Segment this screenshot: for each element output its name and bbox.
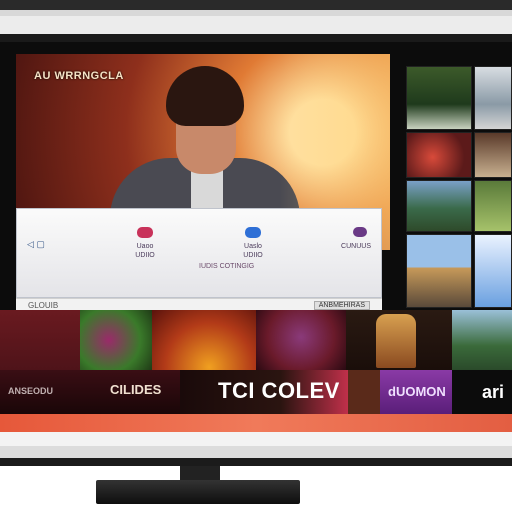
strip-right-panel: ari (452, 370, 512, 414)
thumb-field[interactable] (406, 180, 472, 232)
tv-top-bezel (0, 0, 512, 42)
purple-tile-text: dUOMON (388, 384, 446, 399)
thumb-forest[interactable] (406, 66, 472, 130)
tv-screen: AU WRRNGCLA ◁ ▢ Uaoo UDIIO Uaslo UDIIO C… (0, 42, 512, 432)
strip-tile-grapes[interactable] (256, 310, 346, 370)
strip-tile-dark[interactable] (346, 310, 452, 370)
left-caption: ANSEODU (8, 386, 54, 396)
thumb-red-figures[interactable] (406, 132, 472, 178)
tag-icon (245, 227, 261, 238)
info-panel: ◁ ▢ Uaoo UDIIO Uaslo UDIIO CUNUUS IUDIS … (16, 208, 382, 298)
brand-banner[interactable]: TCI COLEV (180, 370, 348, 414)
thumb-temple[interactable] (406, 234, 472, 308)
info-column-2[interactable]: Uaslo UDIIO (223, 227, 283, 260)
channel-title: AU WRRNGCLA (34, 70, 124, 82)
mid-caption: CILIDES (110, 382, 162, 397)
end-label: CUNUUS (341, 243, 371, 250)
thumb-landscape[interactable] (474, 132, 512, 178)
purple-tile[interactable]: dUOMON (380, 370, 452, 414)
info-center-note: IUDIS COTINGIG (199, 263, 255, 270)
info-column-1-label: Uaoo UDIIO (135, 243, 155, 259)
tower-icon (376, 314, 416, 368)
video-person-hair (166, 66, 244, 126)
brand-text: TCI COLEV (218, 378, 340, 403)
status-right-button[interactable]: ANBMEHIRAS (313, 301, 370, 310)
thumb-blue-sky[interactable] (474, 234, 512, 308)
promo-bar (0, 414, 512, 432)
info-column-2-label: Uaslo UDIIO (243, 243, 263, 259)
strip-tile-fruit[interactable] (80, 310, 152, 370)
info-column-1[interactable]: Uaoo UDIIO (115, 227, 175, 260)
right-text: ari (482, 382, 505, 402)
end-tag-icon[interactable] (353, 227, 367, 237)
thumb-grass[interactable] (474, 180, 512, 232)
tv-bottom-bezel (0, 432, 512, 474)
strip-tile-trees[interactable] (452, 310, 512, 370)
tag-icon (137, 227, 153, 238)
strip-tile-small[interactable] (348, 370, 380, 414)
tv-stand-base (96, 480, 300, 504)
thumb-sky[interactable] (474, 66, 512, 130)
strip-caption-panel: ANSEODU CILIDES (0, 370, 180, 414)
status-left: GLOUIB (28, 301, 59, 310)
